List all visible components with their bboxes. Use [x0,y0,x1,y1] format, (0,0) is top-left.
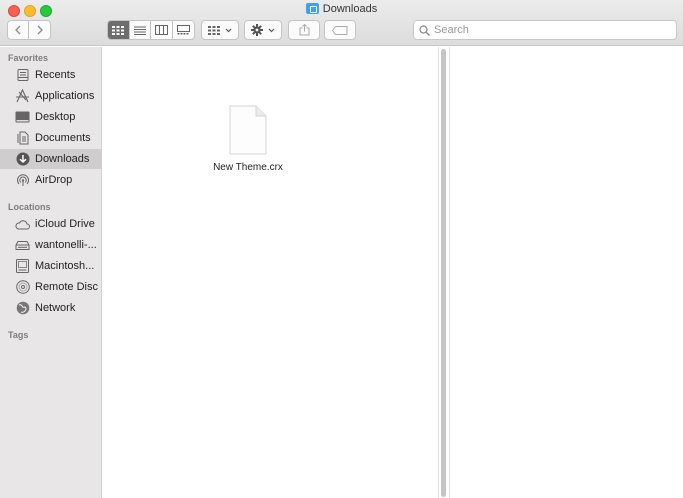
chevron-down-icon [225,28,232,32]
network-drive-icon [15,238,30,253]
window-title-text: Downloads [322,3,378,15]
back-button[interactable] [8,21,29,39]
file-item[interactable]: New Theme.crx [213,105,283,173]
forward-button[interactable] [29,21,50,39]
window-title: Downloads [0,3,683,15]
network-globe-icon [15,301,30,316]
disc-icon [15,280,30,295]
file-browser-content: New Theme.crx [103,47,438,498]
sidebar-item-network[interactable]: Network [0,298,102,318]
downloads-icon [15,152,30,167]
recents-icon [15,68,30,83]
sidebar-item-label: wantonelli-... [35,239,97,251]
sidebar-item-downloads[interactable]: Downloads [0,149,102,169]
sidebar-item-applications[interactable]: Applications [0,86,102,106]
sidebar-item-macintosh-hd[interactable]: Macintosh... [0,256,102,276]
sidebar-item-label: Desktop [35,111,76,123]
document-file-icon [229,105,267,155]
sidebar-item-desktop[interactable]: Desktop [0,107,102,127]
search-field[interactable] [413,20,677,40]
sidebar-item-documents[interactable]: Documents [0,128,102,148]
locations-section-title: Locations [8,202,51,212]
tags-section-title: Tags [8,330,29,340]
share-button[interactable] [288,20,320,40]
sidebar-item-remote-disc[interactable]: Remote Disc [0,277,102,297]
desktop-icon [15,110,30,125]
edit-tags-button[interactable] [324,20,356,40]
sidebar: Favorites Recents Applications Desktop D… [0,47,102,498]
sidebar-item-label: iCloud Drive [35,218,95,230]
group-by-icon [208,25,220,35]
action-menu-button[interactable] [244,20,282,40]
applications-icon [15,89,30,104]
search-icon [419,24,430,36]
folder-icon [305,3,319,14]
sidebar-item-label: Downloads [35,153,90,165]
preview-pane [449,47,683,498]
column-view-icon [154,25,168,35]
file-name: New Theme.crx [213,162,283,173]
icon-view-icon [112,25,125,35]
chevron-down-icon [268,28,275,32]
sidebar-item-airdrop[interactable]: AirDrop [0,170,102,190]
list-view-icon [133,26,146,35]
sidebar-item-label: Recents [35,69,76,81]
share-icon [299,24,309,36]
icloud-icon [15,217,30,232]
back-forward-control [7,20,51,40]
sidebar-item-label: Network [35,302,76,314]
gear-icon [251,24,263,36]
title-bar: Downloads [0,0,683,46]
chevron-right-icon [37,25,43,35]
sidebar-item-label: Remote Disc [35,281,98,293]
tag-icon [332,25,348,35]
gallery-view-button[interactable] [173,21,194,39]
sidebar-item-network-drive[interactable]: wantonelli-... [0,235,102,255]
search-input[interactable] [434,24,664,36]
group-by-button[interactable] [201,20,239,40]
favorites-section-title: Favorites [8,53,49,63]
sidebar-item-label: Macintosh... [35,260,95,272]
chevron-left-icon [15,25,21,35]
airdrop-icon [15,173,30,188]
sidebar-item-label: Applications [35,90,95,102]
list-view-button[interactable] [130,21,151,39]
view-mode-control [107,20,195,40]
gallery-view-icon [176,25,190,35]
documents-icon [15,131,30,146]
column-scrollbar-thumb[interactable] [441,49,446,497]
icon-view-button[interactable] [108,21,130,39]
column-resize-divider[interactable] [438,47,448,498]
column-view-button[interactable] [151,21,173,39]
sidebar-item-icloud-drive[interactable]: iCloud Drive [0,214,102,234]
hard-disk-icon [15,259,30,274]
sidebar-item-label: AirDrop [35,174,73,186]
sidebar-item-label: Documents [35,132,91,144]
sidebar-item-recents[interactable]: Recents [0,65,102,85]
